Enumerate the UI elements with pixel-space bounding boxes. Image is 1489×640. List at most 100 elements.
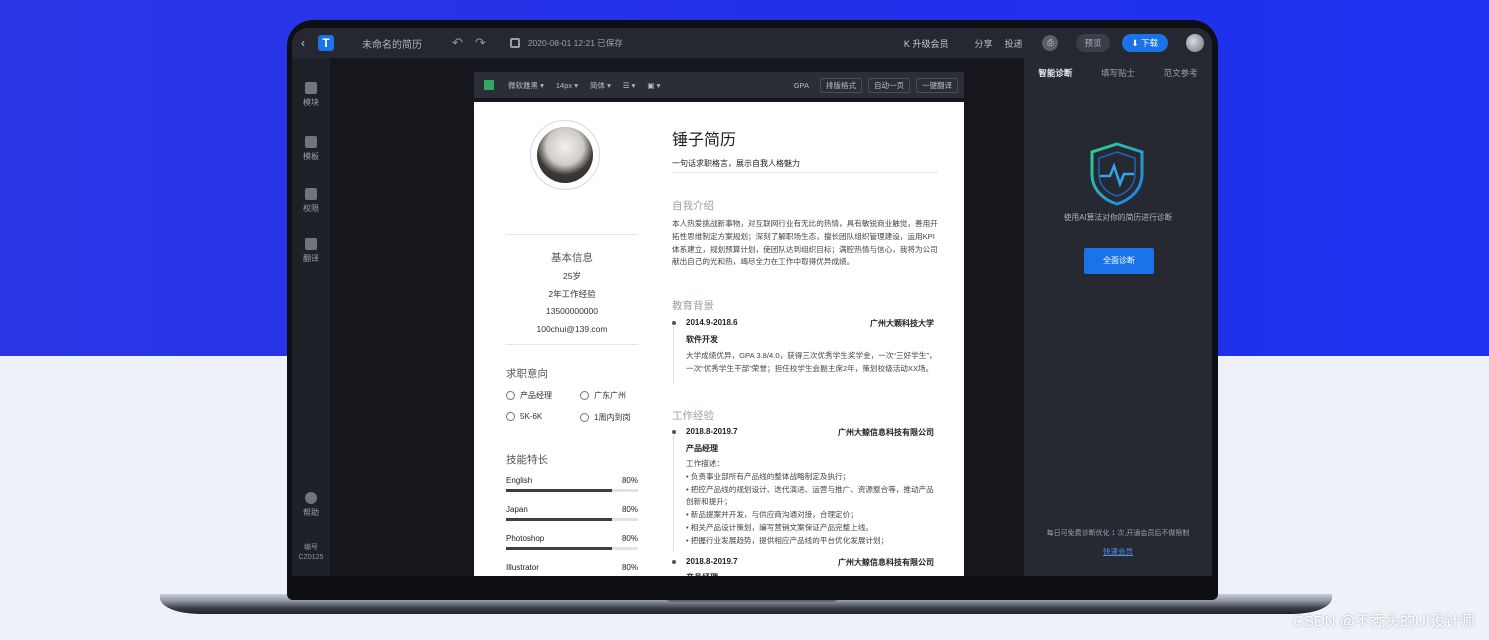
top-bar: ‹ T 未命名的简历 ↶ ↷ 2020-08-01 12:21 已保存 K 升级…	[292, 28, 1212, 58]
font-size-select[interactable]: 14px ▾	[556, 81, 578, 90]
tab-samples[interactable]: 范文参考	[1149, 67, 1212, 79]
education-school: 广州大颗科技大学	[870, 319, 934, 328]
intent-salary-value: 5K-6K	[520, 412, 543, 421]
skill-level: 80%	[621, 534, 638, 543]
gpa-button[interactable]: GPA	[789, 80, 814, 91]
saved-status: 2020-08-01 12:21 已保存	[527, 38, 623, 48]
font-select[interactable]: 微软雅黑 ▾	[508, 80, 544, 91]
language-select[interactable]: 简体 ▾	[590, 80, 611, 91]
resume-page[interactable]: 基本信息 25岁 2年工作经验 13500000000 100chui@139.…	[474, 102, 964, 576]
work-company: 广州大鲸信息科技有限公司	[838, 428, 934, 437]
line-spacing-icon[interactable]: ☰ ▾	[623, 81, 636, 90]
profile-photo[interactable]	[530, 120, 600, 190]
sidebar-item-help[interactable]: 帮助	[292, 492, 330, 518]
language-value: 简体	[589, 80, 605, 90]
intent-title: 求职意向	[506, 368, 548, 380]
print-icon[interactable]: ⎙	[1042, 35, 1059, 51]
user-avatar[interactable]	[1186, 34, 1204, 52]
tab-diagnosis[interactable]: 智能诊断	[1024, 67, 1087, 79]
age: 25岁	[563, 271, 581, 281]
resume-motto[interactable]: 一句话求职格言，展示自我人格魅力	[672, 158, 800, 169]
format-toolbar: 微软雅黑 ▾ 14px ▾ 简体 ▾ ☰ ▾ ▣ ▾ GPA 排版格式 自动一页…	[474, 72, 964, 98]
template-code: CZ0125	[298, 554, 324, 561]
work-desc[interactable]: 工作描述： • 负责事业部所有产品线的整体战略制定及执行； • 把控产品线的规划…	[686, 458, 938, 548]
timeline-line	[673, 326, 674, 384]
resume-name[interactable]: 锤子简历	[672, 126, 736, 150]
divider	[506, 344, 638, 345]
grid-icon[interactable]	[484, 80, 494, 90]
skill-item: Photoshop 80%	[506, 534, 638, 550]
work-bullet: • 相关产品设计策划，编写营销文案保证产品完整上线。	[686, 522, 874, 532]
work-header: 2018.8-2019.7 广州大鲸信息科技有限公司	[672, 427, 934, 438]
back-icon[interactable]: ‹	[292, 36, 314, 50]
skill-item: Japan 80%	[506, 505, 638, 521]
work-role: 产品经理	[686, 572, 718, 576]
divider	[506, 234, 638, 235]
app-window: ‹ T 未命名的简历 ↶ ↷ 2020-08-01 12:21 已保存 K 升级…	[292, 28, 1212, 576]
skill-level: 80%	[621, 505, 638, 514]
full-diagnosis-button[interactable]: 全面诊断	[1084, 248, 1154, 274]
format-button[interactable]: 排版格式	[820, 77, 862, 93]
template-code-label: 编号	[304, 544, 318, 551]
timeline-dot	[672, 560, 676, 564]
upgrade-button[interactable]: K 升级会员	[904, 37, 949, 50]
skill-level: 80%	[621, 476, 638, 485]
yen-icon	[506, 412, 515, 421]
layers-icon	[305, 136, 317, 148]
translate-icon	[305, 238, 317, 250]
app-logo: T	[318, 35, 334, 51]
diagnosis-panel: 智能诊断 填写贴士 范文参考 使用AI算法对你的简历进行诊断 全面诊断 每日可免…	[1024, 58, 1212, 576]
intent-arrival: 1周内到岗	[580, 412, 630, 423]
sidebar-item-label: 权限	[303, 204, 319, 213]
preview-button[interactable]: 预览	[1076, 34, 1110, 52]
education-period: 2014.9-2018.6	[686, 318, 738, 327]
intent-city: 广东广州	[580, 390, 626, 401]
undo-icon[interactable]: ↶	[452, 35, 463, 51]
skill-bar-fill	[506, 518, 612, 521]
share-button[interactable]: 分享	[974, 37, 992, 50]
sidebar-item-templates[interactable]: 模板	[292, 136, 330, 162]
one-page-button[interactable]: 自动一页	[868, 77, 910, 93]
tab-tips[interactable]: 填写贴士	[1087, 67, 1150, 79]
sidebar-item-label: 帮助	[303, 508, 319, 517]
sidebar-item-blocks[interactable]: 模块	[292, 82, 330, 108]
redo-icon[interactable]: ↷	[475, 35, 486, 51]
skill-item: Illustrator 80%	[506, 563, 638, 576]
watermark: CSDN @不秃头的UI设计师	[1293, 613, 1475, 630]
timeline-dot	[672, 430, 676, 434]
download-button[interactable]: ⬇ 下载	[1121, 34, 1168, 52]
timeline-dot	[672, 321, 676, 325]
work-bullet: • 负责事业部所有产品线的整体战略制定及执行；	[686, 471, 851, 481]
experience-years: 2年工作经验	[548, 289, 596, 299]
shield-icon	[305, 188, 317, 200]
skill-bar-fill	[506, 489, 612, 492]
work-bullet: • 新品提案并开发，与供应商沟通对接，合理定价；	[686, 510, 858, 520]
work-title: 工作经验	[672, 410, 714, 422]
sidebar-item-permissions[interactable]: 权限	[292, 188, 330, 214]
margin-icon[interactable]: ▣ ▾	[647, 81, 660, 90]
sidebar-item-translate[interactable]: 翻译	[292, 238, 330, 264]
intent-city-value: 广东广州	[594, 391, 626, 400]
divider	[672, 172, 938, 173]
skill-level: 80%	[621, 563, 638, 572]
font-size-value: 14px	[555, 80, 573, 90]
help-icon	[305, 492, 317, 504]
sidebar-item-label: 模板	[303, 152, 319, 161]
document-name[interactable]: 未命名的简历	[362, 36, 422, 51]
left-sidebar: 模块 模板 权限 翻译 帮助 编号 CZ0125	[292, 58, 330, 576]
timeline-line	[673, 435, 674, 551]
intent-position-value: 产品经理	[520, 391, 552, 400]
skill-bar	[506, 518, 638, 521]
education-desc[interactable]: 大学成绩优异，GPA 3.8/4.0，获得三次优秀学生奖学金，一次“三好学生”，…	[686, 350, 938, 376]
email: 100chui@139.com	[536, 324, 608, 334]
download-icon: ⬇	[1131, 38, 1141, 48]
intro-text[interactable]: 本人热爱挑战新事物，对互联网行业有无比的热情，具有敏锐商业触觉，善用开拓性思维制…	[672, 218, 938, 269]
skill-name: English	[506, 476, 533, 485]
intent-position: 产品经理	[506, 390, 552, 401]
sidebar-item-label: 翻译	[303, 254, 319, 263]
deliver-button[interactable]: 投递	[1004, 37, 1022, 50]
save-icon[interactable]	[509, 38, 520, 48]
membership-link[interactable]: 快速会员	[1024, 546, 1212, 557]
skill-item: English 80%	[506, 476, 638, 492]
translate-button[interactable]: 一键翻译	[916, 77, 958, 93]
